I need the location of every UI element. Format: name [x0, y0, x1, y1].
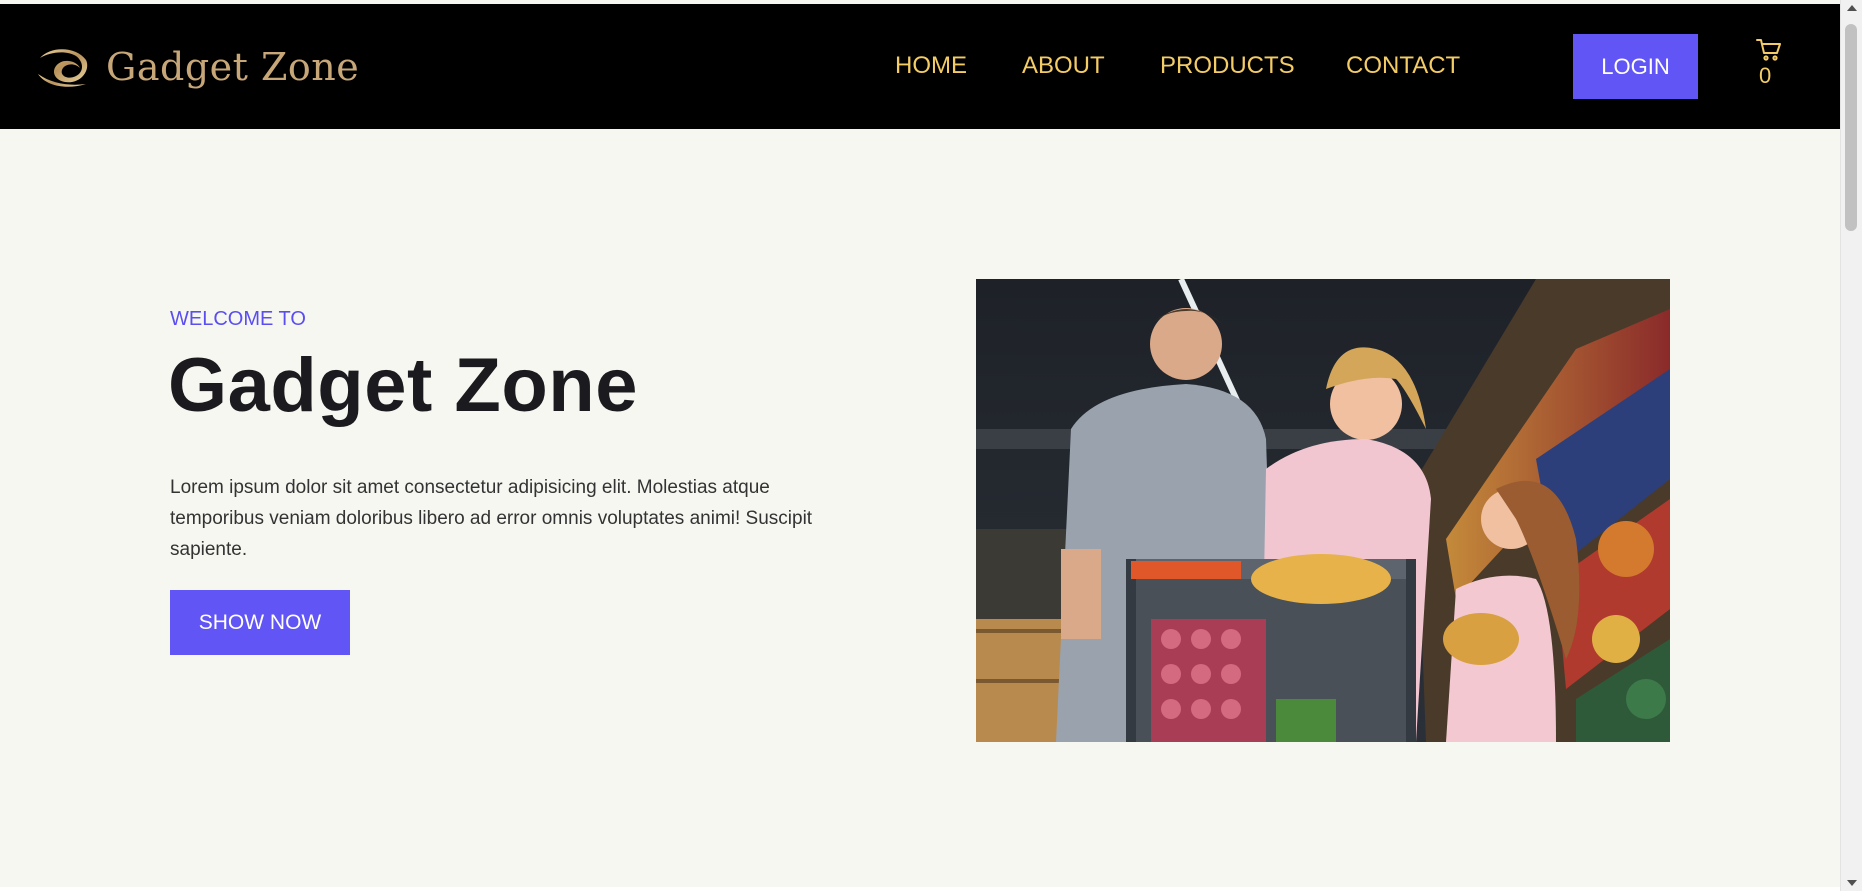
leaf-logo-icon	[38, 49, 88, 87]
vertical-scrollbar[interactable]	[1840, 0, 1862, 891]
hero-description: Lorem ipsum dolor sit amet consectetur a…	[170, 477, 813, 560]
login-button[interactable]: LOGIN	[1573, 34, 1698, 99]
site-header: Gadget Zone HOME ABOUT PRODUCTS CONTACT …	[0, 4, 1840, 129]
show-now-button[interactable]: SHOW NOW	[170, 590, 350, 655]
hero-title: Gadget Zone	[168, 343, 638, 428]
bottom-strip	[0, 887, 1840, 891]
scroll-thumb[interactable]	[1845, 24, 1857, 231]
hero-image	[976, 279, 1670, 742]
scroll-down-arrow-icon[interactable]	[1847, 880, 1857, 886]
brand-name: Gadget Zone	[106, 45, 360, 89]
cart-button[interactable]: 0	[1756, 38, 1786, 87]
nav-contact[interactable]: CONTACT	[1346, 54, 1460, 78]
nav-about[interactable]: ABOUT	[1022, 54, 1105, 78]
cart-count: 0	[1759, 63, 1772, 88]
brand-logo[interactable]: Gadget Zone	[36, 44, 359, 90]
family-shopping-photo	[976, 279, 1670, 742]
nav-home[interactable]: HOME	[895, 54, 967, 78]
shopping-cart-icon	[1756, 39, 1781, 61]
page-viewport: Gadget Zone HOME ABOUT PRODUCTS CONTACT …	[0, 0, 1840, 887]
scroll-up-arrow-icon[interactable]	[1847, 5, 1857, 11]
hero-eyebrow: WELCOME TO	[170, 308, 306, 330]
nav-products[interactable]: PRODUCTS	[1160, 54, 1295, 78]
